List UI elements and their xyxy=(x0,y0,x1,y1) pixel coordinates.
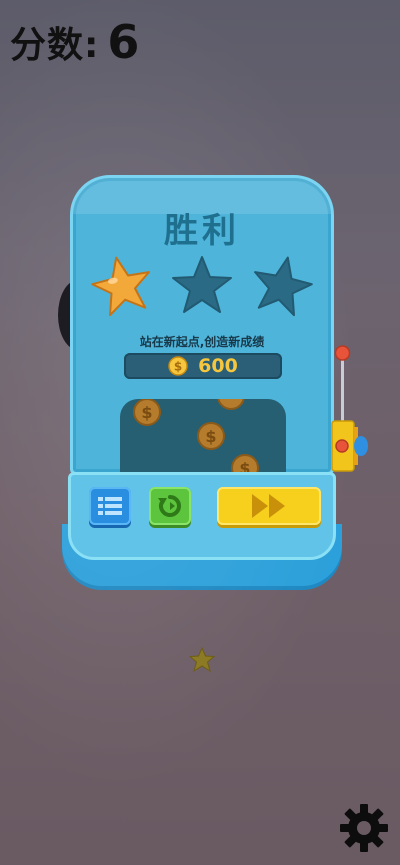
gear-icon[interactable] xyxy=(338,802,390,854)
next-level-button[interactable] xyxy=(217,487,321,525)
star-earned-icon xyxy=(91,256,150,317)
svg-text:$: $ xyxy=(141,403,152,422)
score-label: 分数: xyxy=(10,25,100,66)
star-rating xyxy=(86,253,318,323)
score-value: 6 xyxy=(107,15,140,69)
coin-icon: $ xyxy=(197,422,225,450)
star-icon xyxy=(188,646,216,673)
score-display: 分数: 6 xyxy=(10,16,139,68)
base-top xyxy=(68,472,336,560)
list-icon xyxy=(98,497,122,515)
retry-icon xyxy=(158,495,181,517)
coin-window: $ $ $ xyxy=(120,399,286,475)
victory-subtitle: 站在新起点,创造新成绩 xyxy=(139,335,265,349)
machine-base xyxy=(62,472,342,590)
retry-button[interactable] xyxy=(149,487,191,525)
star-empty-icon xyxy=(254,256,313,317)
svg-text:$: $ xyxy=(205,427,216,446)
coin-amount: 600 xyxy=(198,355,238,377)
victory-title: 胜利 xyxy=(164,211,240,251)
coin-reward: $ 600 xyxy=(124,353,282,379)
star-empty-icon xyxy=(172,256,232,313)
coin-icon xyxy=(217,399,245,410)
machine-lever[interactable] xyxy=(330,345,370,475)
victory-machine: 胜利 站在新起点,创造新成绩 $ 600 $ $ $ xyxy=(62,175,342,595)
coin-icon: $ xyxy=(133,399,161,426)
coin-icon: $ xyxy=(168,356,188,376)
fast-forward-icon xyxy=(252,494,285,518)
svg-text:$: $ xyxy=(174,360,182,374)
menu-button[interactable] xyxy=(89,487,131,525)
